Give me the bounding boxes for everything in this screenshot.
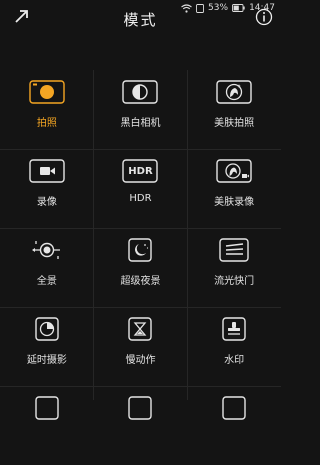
mode-black-white[interactable]: 黑白相机 — [94, 70, 188, 149]
mode-super-night[interactable]: 超级夜景 — [94, 228, 188, 307]
mode-hdr[interactable]: HDR HDR — [94, 149, 188, 228]
mode-beauty-video[interactable]: 美肤录像 — [187, 149, 281, 228]
info-icon[interactable] — [255, 8, 273, 26]
mode-label: 慢动作 — [125, 355, 156, 366]
watermark-icon — [215, 316, 253, 342]
mode-label: 美肤拍照 — [214, 118, 255, 129]
hdr-icon: HDR — [121, 158, 159, 184]
camera-selected-icon — [28, 79, 66, 105]
mode-cell-partial[interactable] — [94, 386, 188, 465]
mode-video[interactable]: 录像 — [0, 149, 94, 228]
beauty-photo-icon — [215, 79, 253, 105]
page-title: 模式 — [123, 11, 158, 29]
panorama-icon — [28, 237, 66, 263]
mode-grid: 拍照 黑白相机 美肤拍照 录像 HDR HDR 美肤录像 全景 超级夜景 流光快… — [0, 70, 281, 465]
mode-label: 美肤录像 — [214, 197, 255, 208]
hdr-icon-text: HDR — [128, 165, 153, 177]
mode-beauty-photo[interactable]: 美肤拍照 — [187, 70, 281, 149]
mode-cell-partial[interactable] — [0, 386, 94, 465]
mode-timelapse[interactable]: 延时摄影 — [0, 307, 94, 386]
mode-light-painting[interactable]: 流光快门 — [187, 228, 281, 307]
mode-watermark[interactable]: 水印 — [187, 307, 281, 386]
light-painting-icon — [215, 237, 253, 263]
mode-label: 流光快门 — [214, 276, 255, 287]
mode-label: 录像 — [36, 197, 57, 208]
mode-label: 全景 — [36, 276, 57, 287]
mode-row-partial — [0, 386, 281, 465]
mode-slow-motion[interactable]: 慢动作 — [94, 307, 188, 386]
mode-panorama[interactable]: 全景 — [0, 228, 94, 307]
slow-motion-icon — [121, 316, 159, 342]
mode-photo[interactable]: 拍照 — [0, 70, 94, 149]
night-icon — [121, 237, 159, 263]
beauty-video-icon — [215, 158, 253, 184]
mode-label: 超级夜景 — [120, 276, 161, 287]
mode-cell-partial[interactable] — [187, 386, 281, 465]
mode-label: 黑白相机 — [120, 118, 161, 129]
mode-label: HDR — [129, 193, 152, 204]
mode-label: 拍照 — [36, 118, 57, 129]
mode-label: 水印 — [224, 355, 245, 366]
mode-label: 延时摄影 — [26, 355, 67, 366]
black-white-icon — [121, 79, 159, 105]
header: 模式 — [0, 0, 281, 38]
timelapse-icon — [28, 316, 66, 342]
video-icon — [28, 158, 66, 184]
